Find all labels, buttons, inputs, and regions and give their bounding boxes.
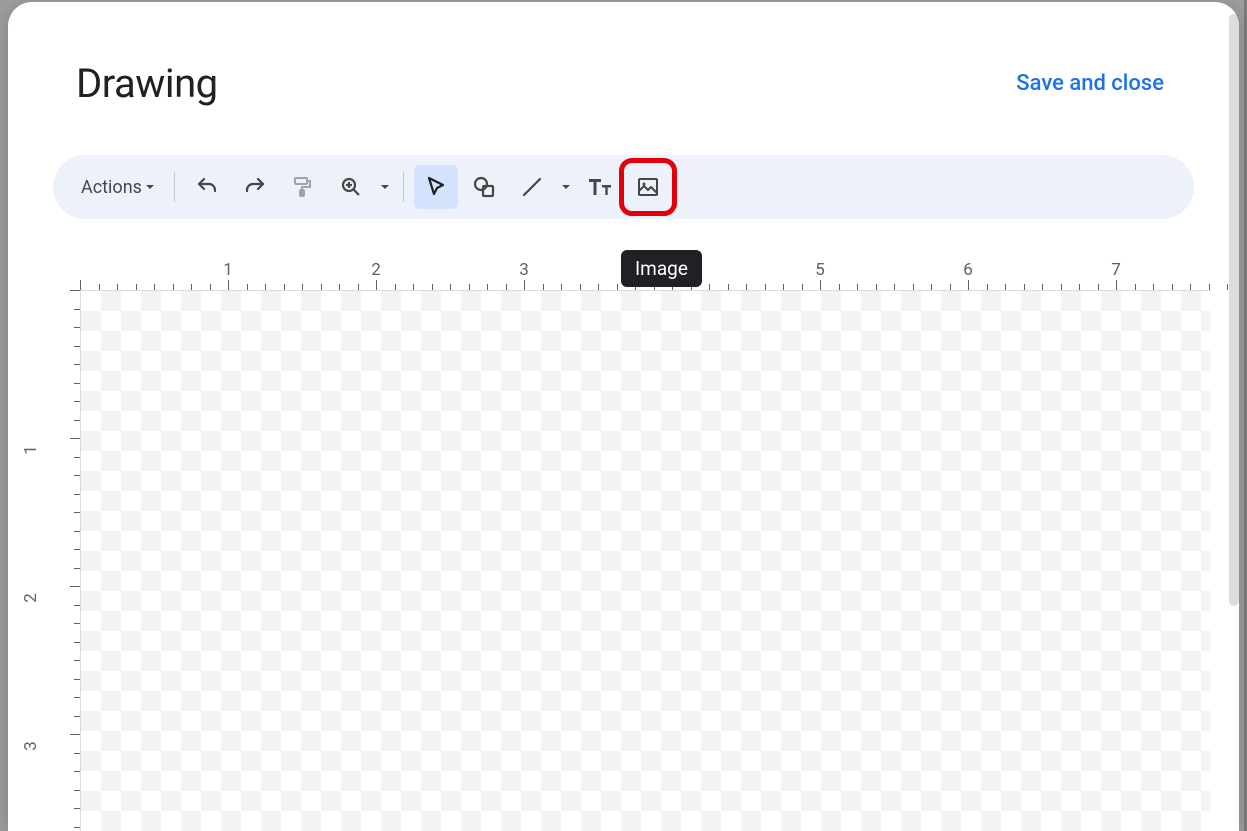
- line-dropdown[interactable]: [558, 165, 574, 209]
- image-tooltip: Image: [621, 250, 702, 287]
- ruler-label: 5: [815, 260, 825, 280]
- toolbar-divider: [403, 172, 404, 202]
- paint-format-icon: [291, 175, 315, 199]
- vertical-ruler: 1 2 3: [24, 290, 80, 831]
- caret-down-icon: [560, 181, 572, 193]
- textbox-tool-button[interactable]: [578, 165, 622, 209]
- zoom-icon: [339, 175, 363, 199]
- image-icon: [636, 175, 660, 199]
- caret-down-icon: [144, 181, 156, 193]
- modal-header: Drawing Save and close: [8, 2, 1239, 107]
- undo-button[interactable]: [185, 165, 229, 209]
- ruler-label: 6: [963, 260, 973, 280]
- ruler-label: 3: [21, 741, 41, 751]
- textbox-icon: [587, 175, 613, 199]
- paint-format-button[interactable]: [281, 165, 325, 209]
- redo-icon: [243, 175, 267, 199]
- shape-tool-button[interactable]: [462, 165, 506, 209]
- ruler-label: 3: [519, 260, 529, 280]
- canvas-area: 1234567 123: [24, 260, 1211, 831]
- modal-scrollbar[interactable]: [1229, 14, 1239, 606]
- actions-menu-button[interactable]: Actions: [71, 165, 164, 209]
- ruler-label: 7: [1111, 260, 1121, 280]
- ruler-label: 1: [21, 445, 41, 455]
- select-tool-button[interactable]: [414, 165, 458, 209]
- caret-down-icon: [379, 181, 391, 193]
- modal-title: Drawing: [76, 60, 218, 107]
- zoom-button[interactable]: [329, 165, 373, 209]
- toolbar: Actions: [53, 155, 1194, 219]
- ruler-label: 2: [21, 593, 41, 603]
- toolbar-divider: [174, 172, 175, 202]
- drawing-modal: Drawing Save and close Actions: [8, 2, 1239, 831]
- drawing-canvas[interactable]: [80, 290, 1211, 831]
- ruler-label: 2: [371, 260, 381, 280]
- ruler-label: 1: [223, 260, 233, 280]
- undo-icon: [195, 175, 219, 199]
- zoom-dropdown[interactable]: [377, 165, 393, 209]
- redo-button[interactable]: [233, 165, 277, 209]
- select-icon: [424, 175, 448, 199]
- image-tool-button[interactable]: [626, 165, 670, 209]
- save-and-close-button[interactable]: Save and close: [1016, 67, 1164, 100]
- line-tool-button[interactable]: [510, 165, 554, 209]
- line-icon: [520, 175, 544, 199]
- actions-label: Actions: [81, 177, 142, 198]
- shape-icon: [471, 174, 497, 200]
